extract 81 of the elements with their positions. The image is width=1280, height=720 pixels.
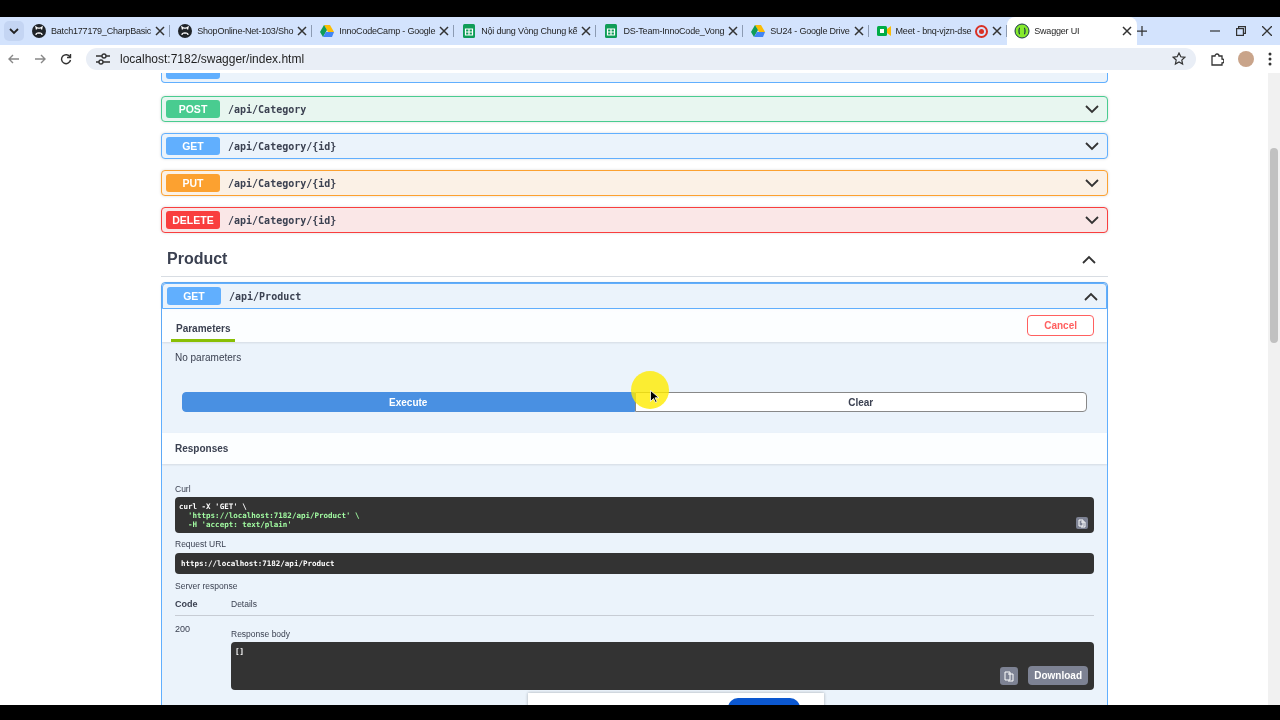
close-icon[interactable] [297, 26, 308, 36]
close-icon[interactable] [439, 26, 450, 36]
bookmark-star-icon[interactable] [1172, 52, 1186, 66]
site-settings-icon[interactable] [96, 53, 110, 65]
back-icon[interactable] [8, 53, 20, 65]
no-parameters-text: No parameters [174, 351, 243, 363]
browser-tab[interactable]: Batch177179_CharpBasic [24, 17, 171, 45]
status-code: 200 [175, 624, 192, 636]
browser-tab[interactable]: InnoCodeCamp - Google [312, 17, 455, 45]
browser-tab[interactable]: Meet - bnq-vjzn-dse [868, 17, 1008, 45]
endpoint-path: /api/Category/{id} [228, 177, 338, 189]
scrollbar-thumb[interactable] [1270, 148, 1278, 343]
spreadsheet-icon [603, 23, 620, 39]
method-badge: DELETE [166, 211, 220, 229]
browser-tab[interactable]: SU24 - Google Drive [743, 17, 869, 45]
tab-title: Swagger UI [1034, 26, 1081, 36]
browser-tab[interactable]: ShopOnline-Net-103/Sho [170, 17, 313, 45]
endpoint-path: /api/Category/{id} [228, 140, 338, 152]
scrollbar[interactable] [1268, 73, 1280, 705]
video-camera-icon [875, 23, 892, 39]
triangle-logo-icon [750, 23, 767, 39]
close-icon[interactable] [155, 26, 166, 36]
operation-row[interactable]: PUT /api/Category/{id} [161, 170, 1108, 196]
copy-icon[interactable] [1076, 517, 1088, 529]
curl-label: Curl [175, 484, 192, 494]
response-body-label: Response body [231, 629, 292, 639]
method-badge: GET [167, 287, 221, 305]
close-icon[interactable] [853, 26, 864, 36]
request-url-label: Request URL [175, 539, 228, 549]
endpoint-path: /api/Product [229, 290, 303, 302]
tab-title: Batch177179_CharpBasic [51, 26, 152, 36]
responses-title: Responses [162, 433, 1107, 464]
tab-title: InnoCodeCamp - Google [339, 26, 436, 36]
download-button[interactable]: Download [1028, 666, 1088, 685]
browser-tab[interactable]: DS-Team-InnoCode_Vong [596, 17, 744, 45]
close-icon[interactable] [992, 26, 1003, 36]
clear-button[interactable]: Clear [634, 392, 1087, 412]
spreadsheet-icon [461, 23, 478, 39]
operation-row[interactable]: GET /api/Product [162, 283, 1107, 309]
close-icon[interactable] [1122, 26, 1133, 36]
chevron-down-icon[interactable] [1085, 141, 1099, 151]
tab-title: DS-Team-InnoCode_Vong [623, 26, 725, 36]
column-header: Details [231, 599, 257, 609]
new-tab-icon[interactable] [1137, 26, 1148, 36]
operation-row[interactable]: POST /api/Category [161, 96, 1108, 122]
puzzle-icon[interactable] [1210, 52, 1224, 66]
method-badge: PUT [166, 174, 220, 192]
method-badge: GET [166, 137, 220, 155]
cursor-arrow-icon [650, 390, 659, 403]
copy-icon[interactable] [1000, 666, 1019, 685]
restore-icon[interactable] [1236, 26, 1246, 36]
server-response-label: Server response [175, 581, 239, 591]
close-icon[interactable] [581, 26, 592, 36]
section-title[interactable]: Product [167, 250, 228, 268]
chevron-up-icon[interactable] [1082, 254, 1096, 264]
more-menu-icon[interactable] [1268, 52, 1272, 66]
chevron-down-icon[interactable] [1085, 215, 1099, 225]
endpoint-path: /api/Category/{id} [228, 214, 338, 226]
tab-title: SU24 - Google Drive [770, 26, 850, 36]
chevron-down-icon[interactable] [1085, 104, 1099, 114]
braces-logo-icon [1014, 23, 1031, 39]
endpoint-path: /api/Category [228, 103, 308, 115]
method-badge: POST [166, 100, 220, 118]
chevron-up-icon[interactable] [1084, 291, 1098, 301]
reload-icon[interactable] [60, 53, 72, 65]
browser-tab[interactable]: Nội dung Vòng Chung kế [454, 17, 597, 45]
method-badge [166, 73, 220, 79]
operation-row[interactable]: GET /api/Category/{id} [161, 133, 1108, 159]
close-icon[interactable] [728, 26, 739, 36]
tab-title: ShopOnline-Net-103/Sho [197, 26, 294, 36]
operation-row[interactable]: DELETE /api/Category/{id} [161, 207, 1108, 233]
column-header: Code [175, 599, 199, 609]
parameters-tab[interactable]: Parameters [171, 315, 236, 342]
dropdown-icon[interactable] [4, 21, 24, 41]
tab-title: Meet - bnq-vjzn-dse [895, 26, 972, 36]
triangle-logo-icon [319, 23, 336, 39]
tab-title: Nội dung Vòng Chung kế [481, 26, 578, 36]
browser-tab[interactable]: Swagger UI [1007, 17, 1138, 45]
chevron-down-icon[interactable] [1085, 178, 1099, 188]
forward-icon[interactable] [34, 53, 46, 65]
close-icon[interactable] [1262, 26, 1272, 36]
